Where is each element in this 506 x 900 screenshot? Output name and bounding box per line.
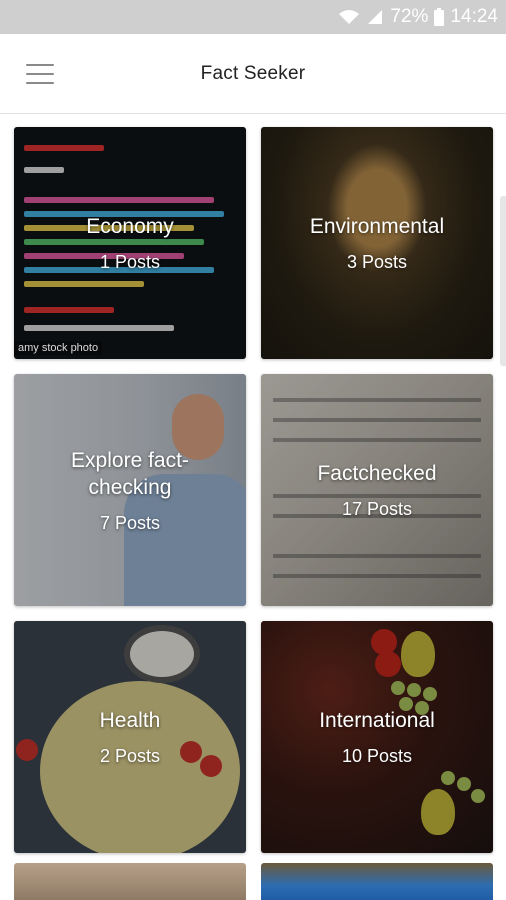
battery-icon bbox=[434, 8, 445, 26]
scroll-edge-indicator bbox=[500, 196, 506, 366]
category-title: International bbox=[319, 709, 435, 732]
category-post-count: 7 Posts bbox=[99, 512, 161, 533]
category-title: Economy bbox=[86, 215, 174, 238]
category-card-international[interactable]: International 10 Posts bbox=[261, 621, 493, 853]
category-post-count: 2 Posts bbox=[99, 746, 161, 766]
app-bar: Fact Seeker bbox=[0, 34, 506, 114]
category-title: Explore fact-checking bbox=[71, 448, 189, 499]
image-watermark: amy stock photo bbox=[14, 341, 103, 355]
hamburger-menu-icon[interactable] bbox=[26, 64, 54, 84]
category-card-partial[interactable] bbox=[261, 863, 493, 900]
category-card-economy[interactable]: Economy 1 Posts amy stock photo bbox=[14, 127, 246, 359]
next-row-partial bbox=[14, 863, 494, 900]
category-grid: Economy 1 Posts amy stock photo Environm… bbox=[14, 127, 494, 853]
page-title: Fact Seeker bbox=[200, 62, 306, 84]
status-time: 14:24 bbox=[450, 6, 498, 27]
wifi-icon bbox=[338, 9, 360, 25]
category-post-count: 1 Posts bbox=[99, 252, 161, 272]
category-card-explore-fact-checking[interactable]: Explore fact-checking 7 Posts bbox=[14, 374, 246, 606]
category-card-health[interactable]: Health 2 Posts bbox=[14, 621, 246, 853]
category-post-count: 3 Posts bbox=[346, 252, 408, 272]
status-bar: 72% 14:24 bbox=[0, 0, 506, 34]
category-card-partial[interactable] bbox=[14, 863, 246, 900]
category-title: Environmental bbox=[309, 215, 445, 238]
category-post-count: 17 Posts bbox=[341, 499, 413, 519]
category-card-factchecked[interactable]: Factchecked 17 Posts bbox=[261, 374, 493, 606]
signal-icon bbox=[366, 9, 384, 25]
category-post-count: 10 Posts bbox=[341, 746, 413, 766]
battery-percentage: 72% bbox=[390, 6, 429, 27]
category-title: Health bbox=[99, 709, 161, 732]
category-title: Factchecked bbox=[317, 462, 437, 485]
category-card-environmental[interactable]: Environmental 3 Posts bbox=[261, 127, 493, 359]
